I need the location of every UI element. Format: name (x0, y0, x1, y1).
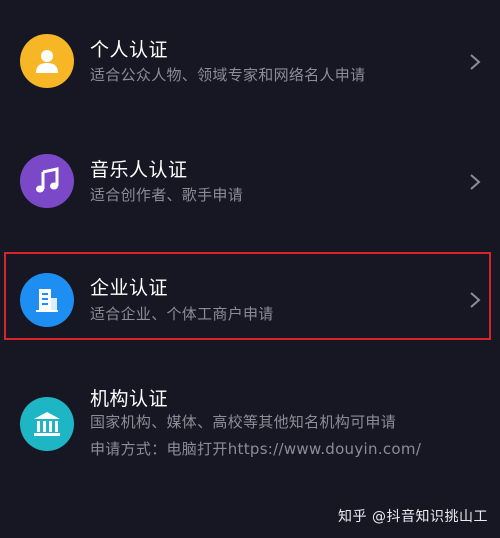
item-title: 机构认证 (90, 388, 169, 410)
chevron-right-icon (470, 54, 481, 70)
item-description: 适合企业、个体工商户申请 (90, 305, 274, 323)
personal-verification-item[interactable]: 个人认证 适合公众人物、领域专家和网络名人申请 (0, 18, 500, 108)
item-description: 适合公众人物、领域专家和网络名人申请 (90, 66, 366, 84)
item-title: 音乐人认证 (90, 159, 188, 181)
chevron-right-icon (470, 174, 481, 190)
item-description: 适合创作者、歌手申请 (90, 186, 244, 204)
verification-screen: 个人认证 适合公众人物、领域专家和网络名人申请 音乐人认证 适合创作者、歌手申请 (0, 0, 500, 538)
item-title: 个人认证 (90, 39, 169, 61)
institution-verification-item[interactable]: 机构认证 国家机构、媒体、高校等其他知名机构可申请 申请方式：电脑打开https… (0, 368, 500, 478)
enterprise-verification-item[interactable]: 企业认证 适合企业、个体工商户申请 (0, 252, 500, 342)
chevron-right-icon (470, 292, 481, 308)
building-icon (20, 273, 74, 327)
music-note-icon (20, 154, 74, 208)
watermark: 知乎 @抖音知识挑山工 (338, 509, 488, 525)
institution-icon (20, 397, 74, 451)
application-method-text: 申请方式：电脑打开https://www.douyin.com/ (90, 440, 422, 458)
item-title: 企业认证 (90, 277, 169, 299)
musician-verification-item[interactable]: 音乐人认证 适合创作者、歌手申请 (0, 138, 500, 228)
person-icon (20, 34, 74, 88)
item-description: 国家机构、媒体、高校等其他知名机构可申请 (90, 413, 397, 431)
